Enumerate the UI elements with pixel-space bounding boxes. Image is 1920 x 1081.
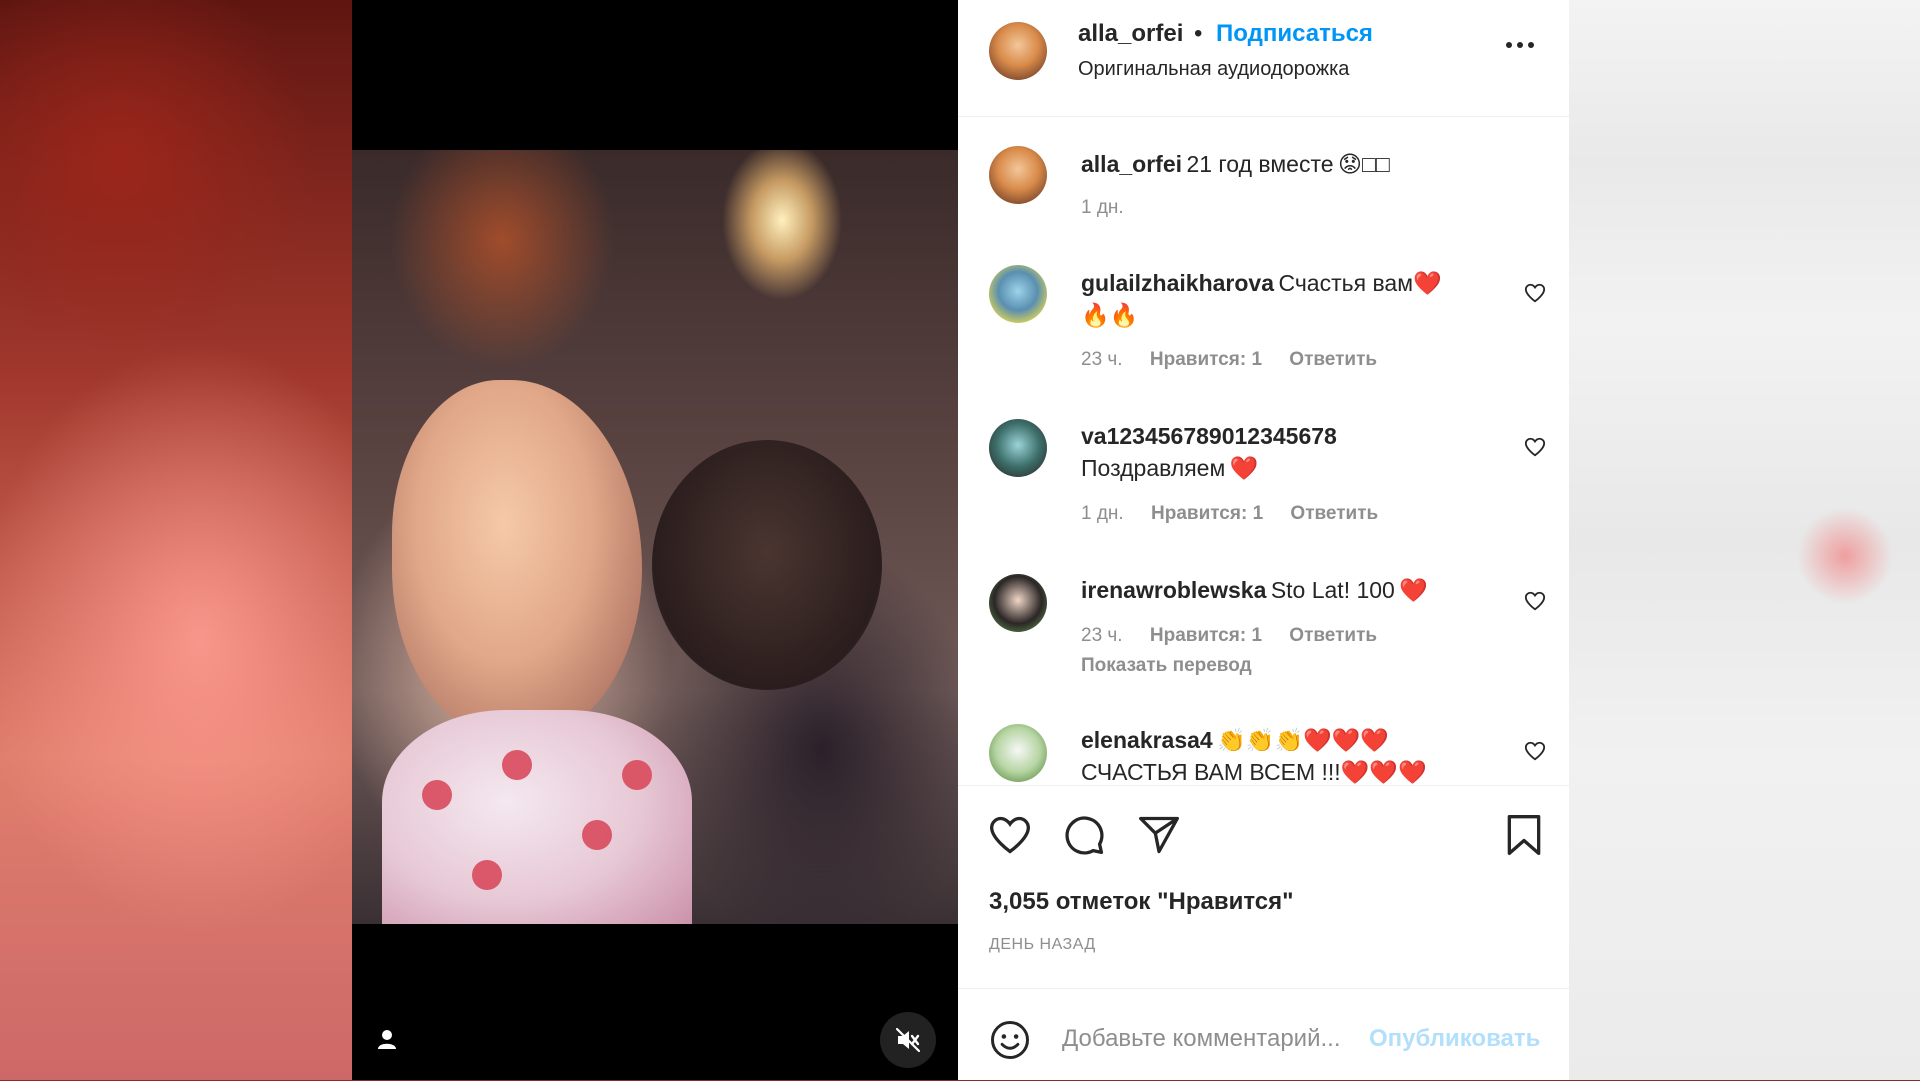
- dress-flower: [502, 750, 532, 780]
- post-actions: 3,055 отметок "Нравится" ДЕНЬ НАЗАД: [958, 785, 1569, 990]
- show-translation-link[interactable]: Показать перевод: [1081, 655, 1252, 676]
- video-content-man: [652, 440, 882, 690]
- emoji-icon[interactable]: [989, 1019, 1031, 1061]
- comment-icon[interactable]: [1062, 813, 1106, 857]
- comment-text: Счастья вам: [1278, 270, 1414, 296]
- share-icon[interactable]: [1137, 813, 1181, 857]
- avatar[interactable]: [989, 22, 1047, 80]
- comment-time: 23 ч.: [1081, 625, 1123, 646]
- like-count[interactable]: 3,055 отметок "Нравится": [989, 888, 1294, 916]
- video-player[interactable]: [352, 0, 958, 1080]
- heart-icon[interactable]: [988, 813, 1032, 857]
- comment-username[interactable]: elenakrasa4: [1081, 727, 1213, 753]
- comment-emoji: ❤️: [1413, 270, 1442, 296]
- comment-like-icon[interactable]: [1524, 436, 1546, 458]
- comment-emoji: ❤️❤️❤️: [1340, 759, 1427, 785]
- avatar[interactable]: [989, 574, 1047, 632]
- comment-like-icon[interactable]: [1524, 282, 1546, 304]
- comment-time: 23 ч.: [1081, 349, 1123, 370]
- comment-username[interactable]: va12345678901234567​8: [1081, 423, 1337, 449]
- more-icon[interactable]: [1506, 38, 1540, 52]
- bookmark-icon[interactable]: [1504, 813, 1544, 857]
- comments-list[interactable]: alla_orfei 21 год вместе 😟□□ 1 дн. gulai…: [958, 117, 1569, 785]
- follow-button[interactable]: Подписаться: [1216, 20, 1373, 48]
- avatar[interactable]: [989, 265, 1047, 323]
- video-content-dress: [382, 710, 692, 924]
- dress-flower: [582, 820, 612, 850]
- comment-text: Sto Lat! 100: [1270, 577, 1395, 603]
- video-content-woman: [392, 380, 642, 740]
- dress-flower: [622, 760, 652, 790]
- reply-button[interactable]: Ответить: [1289, 625, 1377, 646]
- dress-flower: [472, 860, 502, 890]
- comment-composer: Добавьте комментарий... Опубликовать: [958, 988, 1569, 1081]
- header-separator: •: [1194, 20, 1203, 47]
- comment-likes[interactable]: Нравится: 1: [1151, 503, 1263, 524]
- reply-button[interactable]: Ответить: [1290, 503, 1378, 524]
- caption-time: 1 дн.: [1081, 197, 1124, 218]
- comment-emoji: ❤️: [1399, 577, 1428, 603]
- audio-label[interactable]: Оригинальная аудиодорожка: [1078, 58, 1349, 81]
- comment-like-icon[interactable]: [1524, 590, 1546, 612]
- comment-username[interactable]: gulailzhaikharova: [1081, 270, 1274, 296]
- dress-flower: [422, 780, 452, 810]
- comment-emoji: 👏👏👏❤️❤️❤️: [1217, 727, 1390, 753]
- avatar[interactable]: [989, 146, 1047, 204]
- caption-text: 21 год вместе: [1186, 151, 1334, 177]
- comment-text: СЧАСТЬЯ ВАМ ВСЕМ !!!: [1081, 759, 1341, 785]
- caption-emoji: 😟: [1338, 151, 1362, 177]
- comment-text: Поздравляем: [1081, 455, 1226, 481]
- comment-emoji: 🔥🔥: [1081, 302, 1139, 328]
- reply-button[interactable]: Ответить: [1289, 349, 1377, 370]
- video-frame[interactable]: [352, 150, 958, 924]
- post-panel: alla_orfei • Подписаться Оригинальная ау…: [958, 0, 1569, 1080]
- comment-likes[interactable]: Нравится: 1: [1150, 625, 1262, 646]
- blurred-background-right: [1569, 0, 1920, 1080]
- comment-emoji: ❤️: [1229, 455, 1259, 481]
- mute-icon: [895, 1027, 921, 1053]
- avatar[interactable]: [989, 724, 1047, 782]
- post-comment-button[interactable]: Опубликовать: [1369, 1025, 1540, 1053]
- comment-time: 1 дн.: [1081, 503, 1124, 524]
- comment-username[interactable]: irenawroblewska: [1081, 577, 1266, 603]
- blurred-background-left: [0, 0, 352, 1080]
- caption-username[interactable]: alla_orfei: [1081, 151, 1182, 177]
- avatar[interactable]: [989, 419, 1047, 477]
- author-username[interactable]: alla_orfei: [1078, 20, 1183, 48]
- user-tag-icon[interactable]: [374, 1026, 400, 1052]
- post-header: alla_orfei • Подписаться Оригинальная ау…: [958, 0, 1569, 117]
- comment-likes[interactable]: Нравится: 1: [1150, 349, 1262, 370]
- mute-button[interactable]: [880, 1012, 936, 1068]
- comment-like-icon[interactable]: [1524, 740, 1546, 762]
- caption-trailing: □□: [1361, 151, 1390, 177]
- comment-input[interactable]: Добавьте комментарий...: [1062, 1025, 1340, 1053]
- post-time: ДЕНЬ НАЗАД: [989, 936, 1096, 953]
